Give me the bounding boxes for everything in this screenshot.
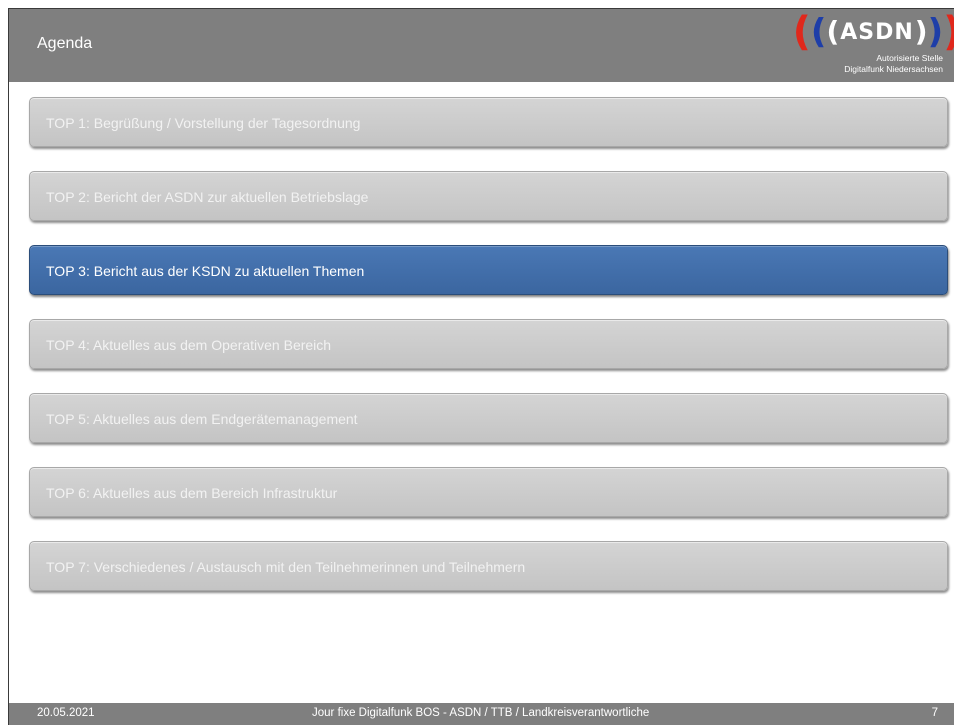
agenda-item-top6[interactable]: TOP 6: Aktuelles aus dem Bereich Infrast… <box>29 467 948 517</box>
footer-bar: 20.05.2021 Jour fixe Digitalfunk BOS - A… <box>9 703 954 725</box>
page-title: Agenda <box>37 35 93 52</box>
header-bar: Agenda ( ( ( ASDN ) ) ) Autorisierte Ste… <box>9 9 954 82</box>
logo-blue-wave-left-icon: ( <box>810 12 827 52</box>
agenda-item-label: TOP 5: Aktuelles aus dem Endgerätemanage… <box>46 411 358 427</box>
agenda-item-label: TOP 4: Aktuelles aus dem Operativen Bere… <box>46 337 332 353</box>
agenda-item-label: TOP 7: Verschiedenes / Austausch mit den… <box>46 559 526 575</box>
logo-white-wave-left-icon: ( <box>826 15 840 48</box>
logo-mark: ( ( ( ASDN ) ) ) <box>793 12 954 52</box>
page-number: 7 <box>931 707 938 719</box>
agenda-item-top2[interactable]: TOP 2: Bericht der ASDN zur aktuellen Be… <box>29 171 948 221</box>
slide: Agenda ( ( ( ASDN ) ) ) Autorisierte Ste… <box>8 8 954 725</box>
agenda-item-label: TOP 6: Aktuelles aus dem Bereich Infrast… <box>46 485 338 501</box>
agenda-item-label: TOP 3: Bericht aus der KSDN zu aktuellen… <box>46 263 365 279</box>
logo-blue-wave-right-icon: ) <box>927 12 944 52</box>
logo-white-wave-right-icon: ) <box>914 15 928 48</box>
agenda-item-label: TOP 1: Begrüßung / Vorstellung der Tages… <box>46 115 361 131</box>
logo-subtitle-line1: Autorisierte Stelle <box>876 53 943 63</box>
asdn-logo: ( ( ( ASDN ) ) ) Autorisierte Stelle Dig… <box>793 9 954 82</box>
agenda-item-top4[interactable]: TOP 4: Aktuelles aus dem Operativen Bere… <box>29 319 948 369</box>
logo-subtitle: Autorisierte Stelle Digitalfunk Niedersa… <box>783 53 943 75</box>
logo-red-wave-left-icon: ( <box>792 9 811 55</box>
logo-red-wave-right-icon: ) <box>943 12 954 52</box>
logo-subtitle-line2: Digitalfunk Niedersachsen <box>844 64 943 74</box>
agenda-item-top5[interactable]: TOP 5: Aktuelles aus dem Endgerätemanage… <box>29 393 948 443</box>
agenda-item-top3-active[interactable]: TOP 3: Bericht aus der KSDN zu aktuellen… <box>29 245 948 295</box>
footer-date: 20.05.2021 <box>37 707 95 719</box>
agenda-item-top7[interactable]: TOP 7: Verschiedenes / Austausch mit den… <box>29 541 948 591</box>
logo-text: ASDN <box>840 19 914 45</box>
agenda-item-top1[interactable]: TOP 1: Begrüßung / Vorstellung der Tages… <box>29 97 948 147</box>
footer-title: Jour fixe Digitalfunk BOS - ASDN / TTB /… <box>312 707 650 719</box>
agenda-item-label: TOP 2: Bericht der ASDN zur aktuellen Be… <box>46 189 369 205</box>
